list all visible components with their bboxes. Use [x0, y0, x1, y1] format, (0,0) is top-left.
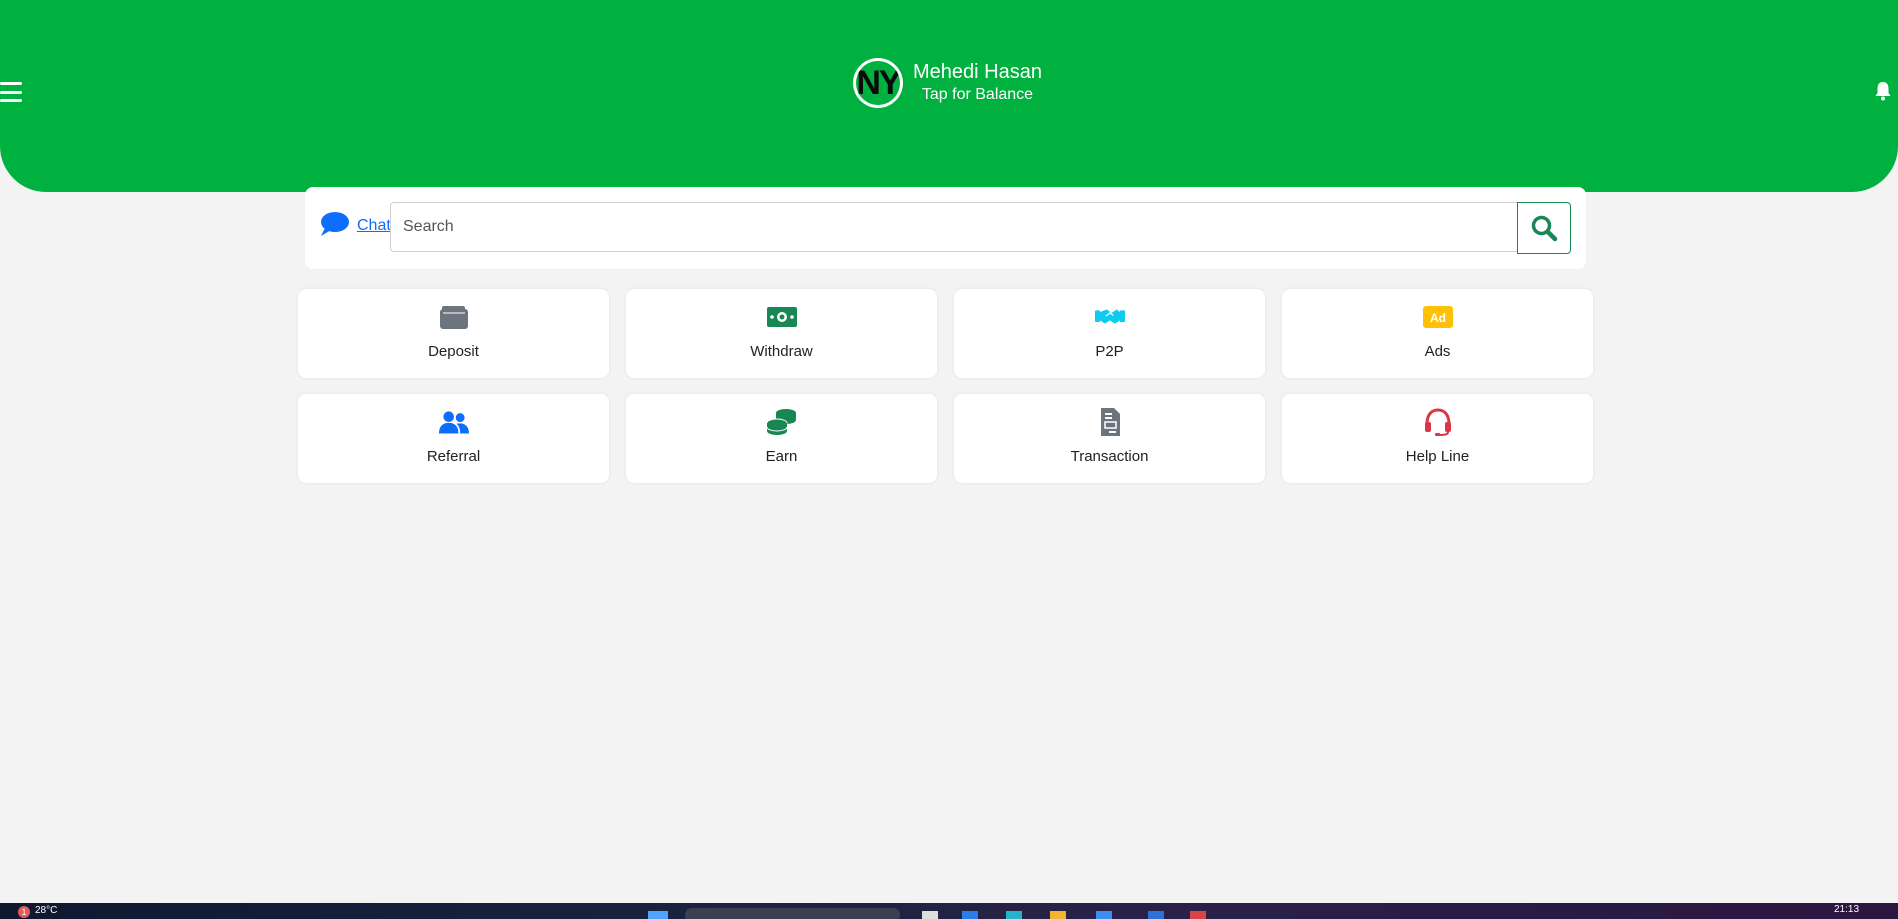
taskbar-app-icon[interactable]	[1096, 911, 1112, 919]
balance-link[interactable]: Tap for Balance	[913, 84, 1042, 106]
taskbar-app-icon[interactable]	[1006, 911, 1022, 919]
taskbar-search[interactable]	[685, 908, 900, 919]
menu-icon[interactable]	[0, 82, 22, 102]
chat-icon[interactable]	[319, 211, 349, 237]
weather-temperature[interactable]: 28°C	[35, 905, 57, 916]
search-button[interactable]	[1517, 202, 1571, 254]
money-bill-icon	[767, 307, 797, 327]
tile-label: Referral	[426, 448, 481, 465]
tile-label: Deposit	[428, 343, 479, 360]
p2p-tile[interactable]: P2P	[954, 289, 1265, 378]
app-header: NY Mehedi Hasan Tap for Balance	[0, 0, 1898, 192]
tile-label: Transaction	[1070, 448, 1149, 465]
avatar-logo: NY	[856, 61, 900, 105]
search-input[interactable]	[390, 202, 1518, 252]
file-invoice-icon	[1101, 408, 1120, 436]
profile-text: Mehedi Hasan Tap for Balance	[913, 60, 1042, 106]
wallet-icon	[440, 306, 468, 329]
withdraw-tile[interactable]: Withdraw	[626, 289, 937, 378]
tile-label: Withdraw	[750, 343, 813, 360]
svg-text:Ad: Ad	[1430, 311, 1446, 325]
transaction-tile[interactable]: Transaction	[954, 394, 1265, 483]
tile-label: P2P	[1095, 343, 1124, 360]
tile-label: Earn	[765, 448, 798, 465]
handshake-icon	[1095, 309, 1125, 324]
coins-icon	[767, 409, 796, 435]
ads-tile[interactable]: Ad Ads	[1282, 289, 1593, 378]
os-taskbar: 1 28°C 21:13	[0, 903, 1898, 919]
taskbar-clock[interactable]: 21:13	[1834, 904, 1859, 915]
profile-name: Mehedi Hasan	[913, 61, 1042, 83]
taskbar-app-icon[interactable]	[1050, 911, 1066, 919]
taskbar-app-icon[interactable]	[962, 911, 978, 919]
referral-tile[interactable]: Referral	[298, 394, 609, 483]
deposit-tile[interactable]: Deposit	[298, 289, 609, 378]
taskbar-app-icon[interactable]	[922, 911, 938, 919]
search-card: Chat	[305, 187, 1586, 269]
users-icon	[439, 411, 469, 434]
tile-label: Help Line	[1405, 448, 1470, 465]
bell-icon[interactable]	[1874, 80, 1892, 102]
avatar[interactable]: NY	[853, 58, 903, 108]
earn-tile[interactable]: Earn	[626, 394, 937, 483]
ad-icon: Ad	[1423, 306, 1453, 328]
help-line-tile[interactable]: Help Line	[1282, 394, 1593, 483]
taskbar-app-icon[interactable]	[1190, 911, 1206, 919]
tile-label: Ads	[1424, 343, 1451, 360]
profile-block[interactable]: NY Mehedi Hasan Tap for Balance	[853, 58, 1042, 108]
notification-badge[interactable]: 1	[18, 906, 30, 918]
chat-link[interactable]: Chat	[357, 217, 391, 235]
windows-start-icon[interactable]	[648, 911, 668, 919]
taskbar-app-icon[interactable]	[1148, 911, 1164, 919]
search-icon	[1531, 215, 1558, 242]
headset-icon	[1425, 408, 1451, 436]
